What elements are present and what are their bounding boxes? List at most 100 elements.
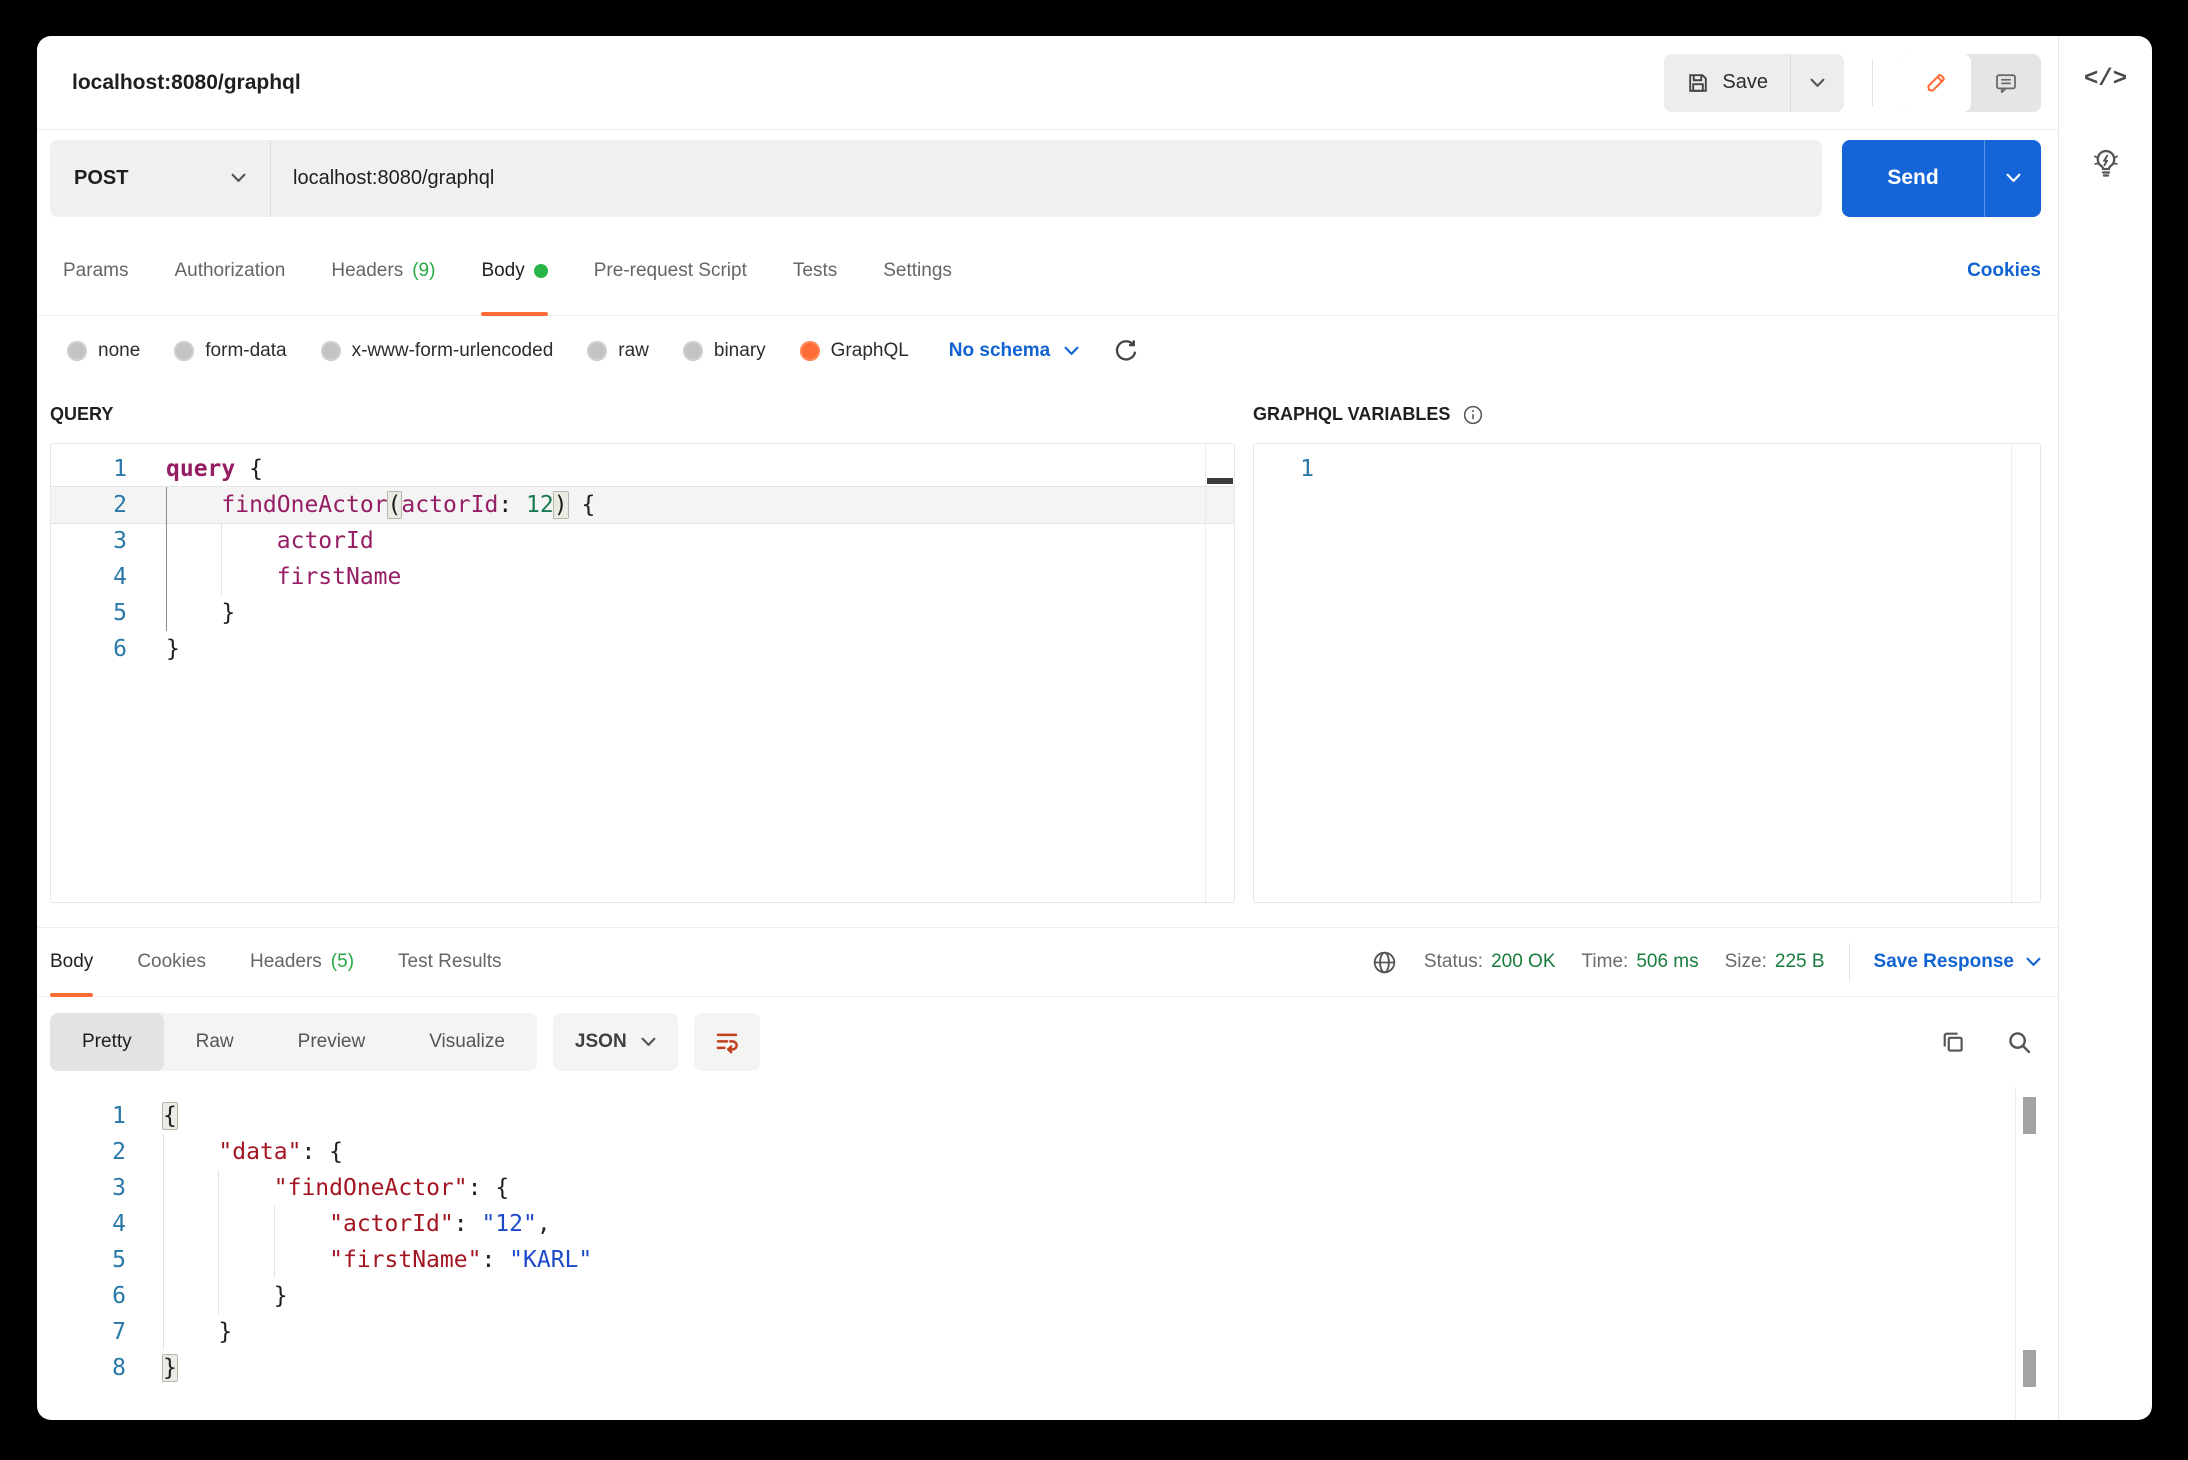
chevron-down-icon: [231, 173, 246, 183]
body-mode-x-www-form-urlencoded[interactable]: x-www-form-urlencoded: [321, 340, 554, 362]
cookies-link[interactable]: Cookies: [1967, 226, 2041, 315]
save-label: Save: [1722, 71, 1768, 94]
chevron-down-icon: [2006, 173, 2021, 183]
response-tab-test-results[interactable]: Test Results: [398, 928, 501, 996]
request-tabs: Params Authorization Headers(9) Body Pre-req…: [63, 226, 952, 315]
app-window: localhost:8080/graphql Save: [37, 36, 2152, 1420]
view-tab-raw[interactable]: Raw: [164, 1013, 266, 1071]
editor-cursor-marker: [1207, 478, 1233, 484]
request-tabs-row: Params Authorization Headers(9) Body Pre-req…: [37, 226, 2058, 316]
editor-gutter-line: [1205, 444, 1206, 902]
tab-pre-request-script[interactable]: Pre-request Script: [594, 226, 747, 315]
response-scrollbar-thumb[interactable]: [2023, 1097, 2036, 1134]
response-header: Body Cookies Headers(5) Test Results Status…: [37, 927, 2058, 997]
divider: [1872, 60, 1873, 106]
view-tab-pretty[interactable]: Pretty: [50, 1013, 164, 1071]
view-tab-preview[interactable]: Preview: [266, 1013, 398, 1071]
variables-editor-panel: 1: [1253, 443, 2041, 903]
body-mode-raw[interactable]: raw: [587, 340, 649, 362]
save-response-label: Save Response: [1874, 951, 2014, 973]
comments-button[interactable]: [1971, 54, 2041, 112]
format-select[interactable]: JSON: [553, 1013, 678, 1071]
tab-tests[interactable]: Tests: [793, 226, 837, 315]
save-icon: [1686, 71, 1710, 95]
refresh-schema-button[interactable]: [1113, 338, 1139, 364]
size-label: Size:: [1725, 951, 1767, 973]
size-value[interactable]: 225 B: [1775, 951, 1825, 973]
tab-settings[interactable]: Settings: [883, 226, 952, 315]
send-group: Send: [1842, 140, 2041, 217]
tab-body[interactable]: Body: [481, 226, 547, 315]
response-editor[interactable]: 1{2 "data": {3 "findOneActor": {4 "actor…: [37, 1098, 2058, 1386]
status-value[interactable]: 200 OK: [1491, 951, 1555, 973]
copy-response-button[interactable]: [1931, 1020, 1975, 1064]
tab-authorization[interactable]: Authorization: [174, 226, 285, 315]
response-scrollbar-thumb[interactable]: [2023, 1350, 2036, 1387]
response-tab-body[interactable]: Body: [50, 928, 93, 996]
variables-label: GRAPHQL VARIABLES: [1253, 404, 1450, 425]
variables-editor[interactable]: 1: [1254, 451, 2040, 487]
code-line: 3 "findOneActor": {: [37, 1170, 2058, 1206]
query-label: QUERY: [50, 386, 1235, 443]
radio-icon: [67, 341, 87, 361]
wrap-text-button[interactable]: [694, 1013, 760, 1071]
url-input[interactable]: localhost:8080/graphql: [270, 140, 1822, 217]
code-line: 4 firstName: [51, 559, 1234, 595]
format-value: JSON: [575, 1031, 627, 1053]
view-tab-visualize[interactable]: Visualize: [397, 1013, 537, 1071]
refresh-icon: [1113, 338, 1139, 364]
right-sidebar: </>: [2058, 36, 2152, 1420]
edit-comment-toggle: [1901, 54, 2041, 112]
url-bar: POST localhost:8080/graphql: [50, 140, 1822, 217]
response-view-tabs: PrettyRawPreviewVisualize: [50, 1013, 537, 1071]
body-mode-graphql[interactable]: GraphQL: [800, 340, 909, 362]
wrap-text-icon: [714, 1029, 740, 1055]
search-response-button[interactable]: [1997, 1020, 2041, 1064]
save-options-button[interactable]: [1790, 54, 1844, 112]
code-icon: </>: [2084, 66, 2127, 93]
search-icon: [2006, 1029, 2033, 1056]
schema-select[interactable]: No schema: [949, 340, 1079, 362]
body-mode-options: none form-data x-www-form-urlencoded raw bin…: [67, 340, 909, 362]
code-line: 6}: [51, 631, 1234, 667]
save-button[interactable]: Save: [1664, 54, 1790, 112]
time-label: Time:: [1582, 951, 1629, 973]
request-url-row: POST localhost:8080/graphql Send: [37, 130, 2058, 226]
code-line: 2 findOneActor(actorId: 12) {: [51, 487, 1234, 523]
response-tab-cookies[interactable]: Cookies: [137, 928, 206, 996]
response-tabs: Body Cookies Headers(5) Test Results: [50, 928, 502, 996]
body-mode-form-data[interactable]: form-data: [174, 340, 286, 362]
tab-params[interactable]: Params: [63, 226, 128, 315]
edit-mode-button[interactable]: [1901, 54, 1971, 112]
radio-icon: [174, 341, 194, 361]
copy-icon: [1940, 1029, 1967, 1056]
tab-headers[interactable]: Headers(9): [331, 226, 435, 315]
code-snippet-button[interactable]: </>: [2084, 66, 2127, 93]
save-response-button[interactable]: Save Response: [1874, 951, 2041, 973]
time-value[interactable]: 506 ms: [1636, 951, 1698, 973]
variables-column: GRAPHQL VARIABLES 1: [1253, 386, 2041, 903]
radio-icon: [800, 341, 820, 361]
method-select[interactable]: POST: [50, 140, 270, 217]
pencil-icon: [1924, 71, 1948, 95]
save-group: Save: [1664, 54, 1844, 112]
code-line: 8}: [37, 1350, 2058, 1386]
editor-gutter-line: [2015, 1087, 2016, 1420]
response-meta: Status: 200 OK Time: 506 ms Size: 225 B …: [1371, 928, 2041, 996]
response-tab-headers[interactable]: Headers(5): [250, 928, 354, 996]
code-line: 1query {: [51, 451, 1234, 487]
lightbulb-button[interactable]: [2088, 145, 2124, 181]
send-button[interactable]: Send: [1842, 140, 1984, 217]
body-mode-none[interactable]: none: [67, 340, 140, 362]
chevron-down-icon: [641, 1037, 656, 1047]
lightbulb-icon: [2088, 145, 2124, 181]
code-line: 5 "firstName": "KARL": [37, 1242, 2058, 1278]
info-icon[interactable]: [1462, 404, 1484, 426]
query-editor[interactable]: 1query {2 findOneActor(actorId: 12) {3 a…: [51, 451, 1234, 667]
divider: [1849, 943, 1850, 981]
code-line: 7 }: [37, 1314, 2058, 1350]
code-line: 2 "data": {: [37, 1134, 2058, 1170]
body-mode-binary[interactable]: binary: [683, 340, 766, 362]
chevron-down-icon: [1064, 346, 1079, 356]
send-options-button[interactable]: [1984, 140, 2041, 217]
